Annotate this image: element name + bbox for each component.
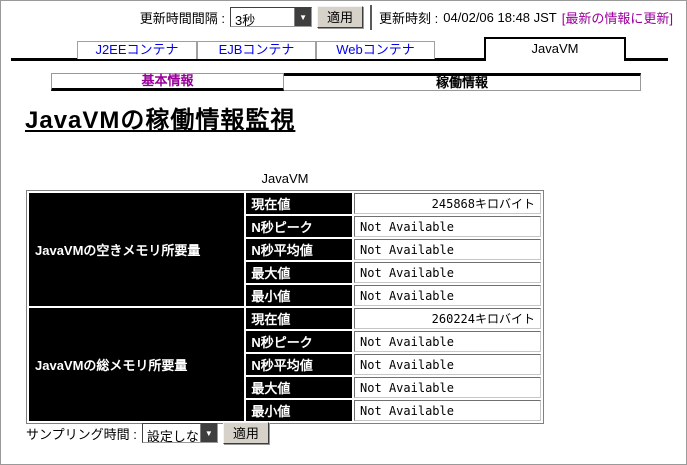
- page-title: JavaVMの稼働情報監視: [25, 100, 295, 135]
- tab-j2ee-container[interactable]: J2EEコンテナ: [77, 41, 197, 59]
- main-tab-bar: J2EEコンテナ EJBコンテナ Webコンテナ JavaVM: [11, 37, 668, 61]
- latest-info-refresh-link[interactable]: [最新の情報に更新]: [562, 8, 673, 27]
- sampling-apply-button[interactable]: 適用: [223, 422, 269, 444]
- javavm-monitor-page: 更新時間間隔 : 3秒 ▼ 適用 更新時刻 : 04/02/06 18:48 J…: [0, 0, 687, 465]
- metric-value: Not Available: [354, 377, 541, 398]
- tab-javavm[interactable]: JavaVM: [484, 37, 626, 61]
- dropdown-arrow-icon[interactable]: ▼: [294, 8, 311, 26]
- table-row: JavaVMの総メモリ所要量 現在値 260224キロバイト: [29, 308, 541, 329]
- group-label-free-memory: JavaVMの空きメモリ所要量: [29, 193, 244, 306]
- tab-web-container[interactable]: Webコンテナ: [316, 41, 435, 59]
- sampling-time-select[interactable]: 設定しない ▼: [142, 423, 218, 443]
- metric-value: Not Available: [354, 354, 541, 375]
- group-label-total-memory: JavaVMの総メモリ所要量: [29, 308, 244, 421]
- metric-label: N秒ピーク: [246, 216, 352, 237]
- metric-label: 最大値: [246, 377, 352, 398]
- topbar-divider: [370, 5, 372, 30]
- metric-label: N秒平均値: [246, 239, 352, 260]
- refresh-apply-button[interactable]: 適用: [317, 6, 363, 28]
- refresh-time-value: 04/02/06 18:48 JST: [443, 10, 556, 25]
- metric-value: Not Available: [354, 400, 541, 421]
- metric-label: N秒ピーク: [246, 331, 352, 352]
- refresh-time-label: 更新時刻 :: [379, 8, 438, 27]
- sampling-bar: サンプリング時間 : 設定しない ▼ 適用: [26, 421, 269, 445]
- metric-value: Not Available: [354, 262, 541, 283]
- tab-ejb-container[interactable]: EJBコンテナ: [197, 41, 316, 59]
- subtab-operating-info: 稼働情報: [284, 73, 641, 91]
- table-caption: JavaVM: [26, 171, 544, 186]
- refresh-bar: 更新時間間隔 : 3秒 ▼ 適用 更新時刻 : 04/02/06 18:48 J…: [140, 4, 673, 30]
- refresh-interval-value: 3秒: [231, 8, 294, 26]
- subtab-basic-info[interactable]: 基本情報: [51, 73, 284, 91]
- javavm-metrics-table: JavaVMの空きメモリ所要量 現在値 245868キロバイト N秒ピーク No…: [26, 190, 544, 424]
- metric-label: 現在値: [246, 193, 352, 214]
- sampling-time-label: サンプリング時間 :: [26, 424, 137, 443]
- metric-label: 最小値: [246, 400, 352, 421]
- table-row: JavaVMの空きメモリ所要量 現在値 245868キロバイト: [29, 193, 541, 214]
- refresh-interval-select[interactable]: 3秒 ▼: [230, 7, 312, 27]
- metric-label: 現在値: [246, 308, 352, 329]
- metric-value: 260224キロバイト: [354, 308, 541, 329]
- metric-label: N秒平均値: [246, 354, 352, 375]
- metric-value: Not Available: [354, 239, 541, 260]
- metric-value: Not Available: [354, 285, 541, 306]
- metric-value: Not Available: [354, 331, 541, 352]
- refresh-interval-label: 更新時間間隔 :: [140, 8, 225, 27]
- metric-value: Not Available: [354, 216, 541, 237]
- sampling-time-value: 設定しない: [143, 424, 200, 442]
- dropdown-arrow-icon[interactable]: ▼: [200, 424, 217, 442]
- metric-label: 最大値: [246, 262, 352, 283]
- metric-label: 最小値: [246, 285, 352, 306]
- metric-value: 245868キロバイト: [354, 193, 541, 214]
- sub-tab-bar: 基本情報 稼働情報: [51, 73, 641, 91]
